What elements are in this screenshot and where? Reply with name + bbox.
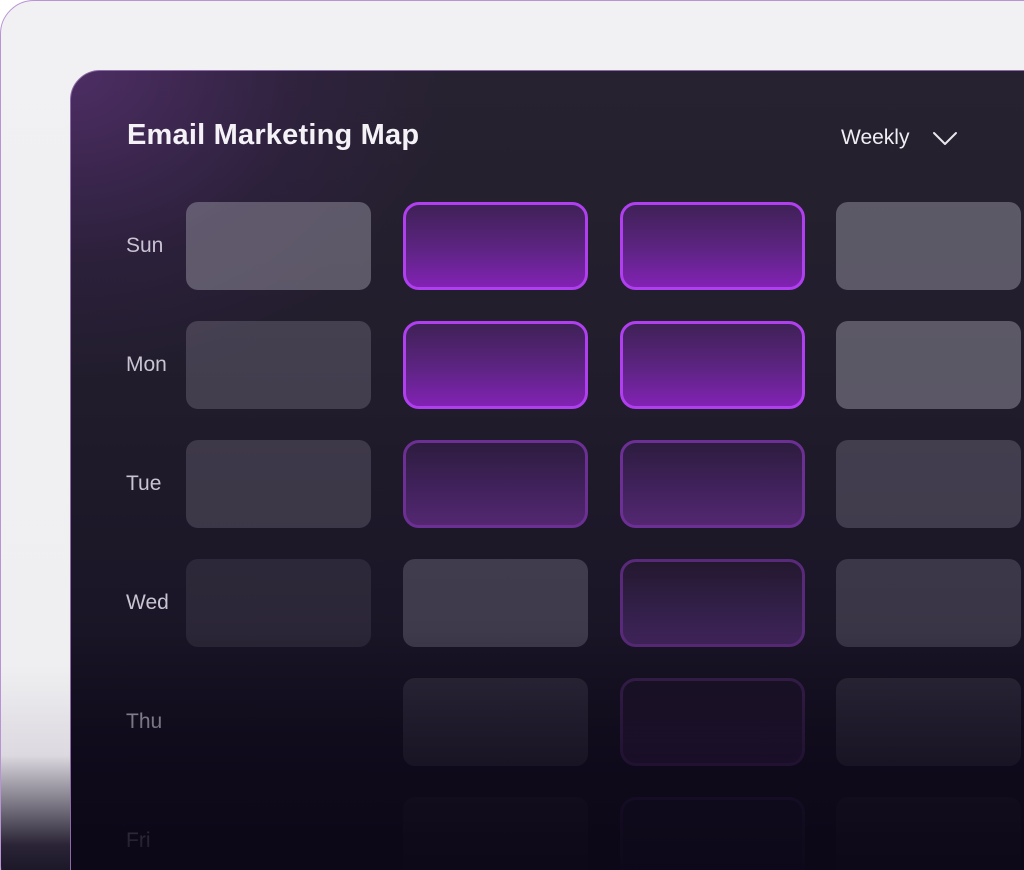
- schedule-cell[interactable]: [186, 440, 371, 528]
- schedule-cell-active[interactable]: [403, 440, 588, 528]
- schedule-cell-active[interactable]: [403, 321, 588, 409]
- schedule-cell[interactable]: [403, 797, 588, 870]
- schedule-cell[interactable]: [403, 559, 588, 647]
- schedule-cell[interactable]: [403, 678, 588, 766]
- schedule-row-thu: Thu: [71, 678, 1024, 766]
- schedule-cell-active[interactable]: [620, 678, 805, 766]
- day-label-thu: Thu: [126, 710, 163, 733]
- schedule-cell[interactable]: [186, 202, 371, 290]
- widget-title: Email Marketing Map: [127, 119, 420, 151]
- chevron-down-icon: [933, 132, 958, 145]
- schedule-cell-active[interactable]: [620, 559, 805, 647]
- schedule-cell-active[interactable]: [620, 202, 805, 290]
- schedule-cell[interactable]: [836, 321, 1021, 409]
- schedule-cell[interactable]: [836, 678, 1021, 766]
- schedule-cell[interactable]: [186, 559, 371, 647]
- day-label-sun: Sun: [126, 234, 164, 257]
- schedule-cell[interactable]: [836, 797, 1021, 870]
- schedule-row-tue: Tue: [71, 440, 1024, 528]
- schedule-row-mon: Mon: [71, 321, 1024, 409]
- schedule-row-sun: Sun: [71, 202, 1024, 290]
- schedule-cell[interactable]: [836, 559, 1021, 647]
- schedule-cell[interactable]: [186, 321, 371, 409]
- day-label-fri: Fri: [126, 829, 151, 852]
- period-selected-value: Weekly: [841, 126, 910, 149]
- day-label-mon: Mon: [126, 353, 167, 376]
- schedule-cell-active[interactable]: [620, 797, 805, 870]
- schedule-cell-active[interactable]: [620, 321, 805, 409]
- schedule-cell[interactable]: [836, 440, 1021, 528]
- day-label-tue: Tue: [126, 472, 162, 495]
- schedule-cell-active[interactable]: [620, 440, 805, 528]
- schedule-row-wed: Wed: [71, 559, 1024, 647]
- day-label-wed: Wed: [126, 591, 169, 614]
- schedule-cell[interactable]: [836, 202, 1021, 290]
- email-marketing-map-card: Email Marketing Map Weekly Sun Mon Tue W…: [70, 70, 1024, 870]
- period-dropdown[interactable]: Weekly: [841, 123, 959, 153]
- schedule-row-fri: Fri: [71, 797, 1024, 870]
- schedule-cell-active[interactable]: [403, 202, 588, 290]
